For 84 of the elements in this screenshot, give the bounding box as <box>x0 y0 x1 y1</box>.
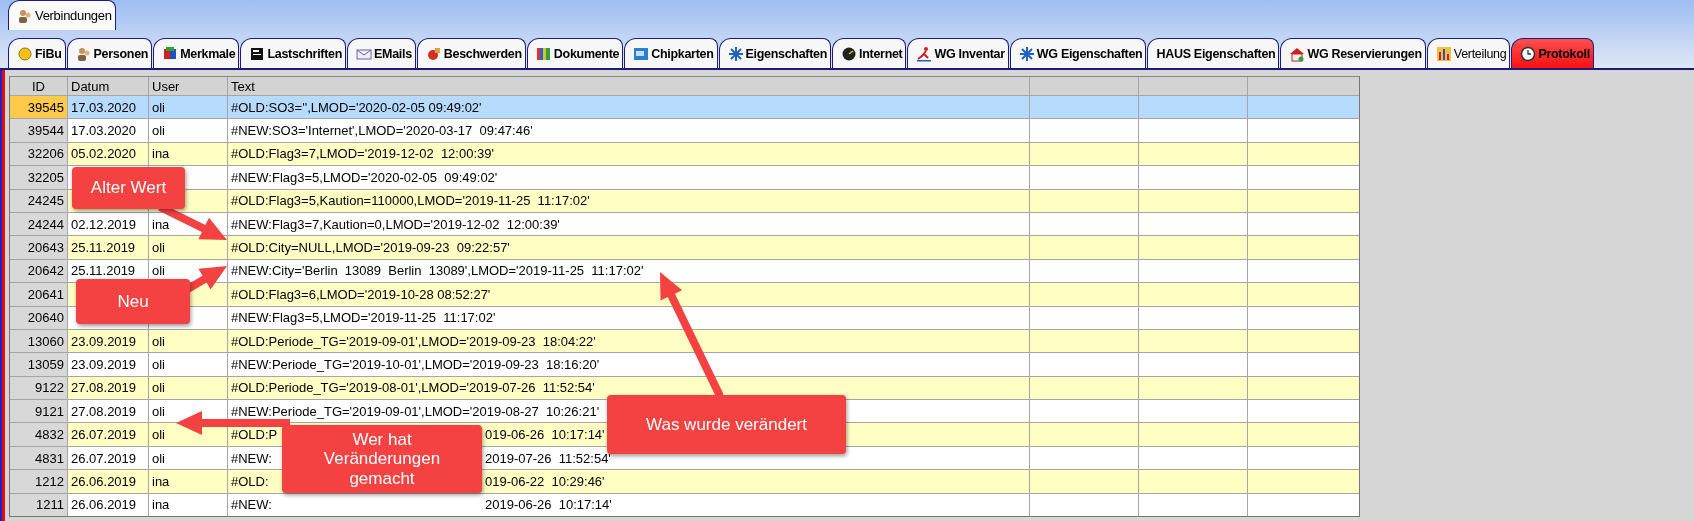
tab[interactable]: WG Eigenschaften <box>1009 38 1147 68</box>
table-cell: 26.06.2019 <box>68 493 149 517</box>
tab[interactable]: WG Inventar <box>907 38 1009 68</box>
table-cell: #OLD:City=NULL,LMOD='2019-09-23 09:22:57' <box>228 236 1030 259</box>
tab[interactable]: WG Reservierungen <box>1280 38 1426 68</box>
house-icon <box>1289 45 1306 62</box>
row-header[interactable]: 13059 <box>10 353 68 376</box>
people-icon <box>17 7 33 24</box>
tab[interactable]: Lastschriften <box>240 38 347 68</box>
clock-icon <box>1520 45 1537 62</box>
row-header[interactable]: 9121 <box>10 400 68 423</box>
row-header[interactable]: 24244 <box>10 212 68 236</box>
table-cell-text: #NEW: <box>231 497 272 513</box>
binders-icon <box>535 45 552 62</box>
row-header[interactable]: 39545 <box>10 96 68 119</box>
tab[interactable]: Chipkarten <box>624 38 718 68</box>
table-cell: oli <box>149 329 228 353</box>
row-header[interactable]: 20641 <box>10 283 68 306</box>
row-header[interactable]: 9122 <box>10 376 68 400</box>
callout: Wer hat Veränderungen gemacht <box>282 425 482 493</box>
snowflake-icon <box>1018 45 1035 62</box>
tab[interactable]: Personen <box>66 38 153 68</box>
gauge-icon <box>841 45 858 62</box>
tab[interactable]: Internet <box>832 38 907 68</box>
table-cell: ina <box>149 142 228 166</box>
snowflake-icon <box>727 45 744 62</box>
tab[interactable]: EMails <box>347 38 416 68</box>
table-cell: #NEW:SO3='Internet',LMOD='2020-03-17 09:47:46' <box>228 119 1030 142</box>
card-icon <box>633 45 650 62</box>
table-cell: #NEW:Flag3=5,LMOD='2020-02-05 09:49:02' <box>228 166 1030 189</box>
people-icon <box>75 45 92 62</box>
row-header[interactable]: 24245 <box>10 189 68 212</box>
table-cell-text: #OLD:P <box>231 427 278 443</box>
document-icon <box>249 45 266 62</box>
row-header[interactable]: 4832 <box>10 423 68 446</box>
table-cell-text: 019-06-22 10:29:46' <box>485 473 605 489</box>
ball-icon <box>425 45 442 62</box>
table-cell: 23.09.2019 <box>68 329 149 353</box>
tab[interactable]: Beschwerden <box>416 38 526 68</box>
row-header[interactable]: 1211 <box>10 493 68 517</box>
table-cell: oli <box>149 119 228 142</box>
row-header[interactable]: 32206 <box>10 142 68 166</box>
table-cell: 23.09.2019 <box>68 353 149 376</box>
table-cell: oli <box>149 376 228 400</box>
table-cell: 26.07.2019 <box>68 423 149 446</box>
tab[interactable]: FiBu <box>8 38 66 68</box>
tab[interactable]: Merkmale <box>153 38 240 68</box>
callout: Alter Wert <box>72 167 185 209</box>
row-header[interactable]: 4831 <box>10 446 68 470</box>
row-header[interactable]: 20642 <box>10 259 68 283</box>
table-cell: 27.08.2019 <box>68 376 149 400</box>
callout: Neu <box>76 279 190 324</box>
table-cell: 17.03.2020 <box>68 119 149 142</box>
table-cell-text: #NEW: <box>231 450 272 466</box>
table-cell: #OLD:SO3='',LMOD='2020-02-05 09:49:02' <box>228 96 1030 119</box>
table-cell: #OLD:Flag3=5,Kaution=110000,LMOD='2019-11-25 11:17:02' <box>228 189 1030 212</box>
table-cell: #OLD:Flag3=7,LMOD='2019-12-02 12:00:39' <box>228 142 1030 166</box>
coin-icon <box>17 45 33 62</box>
row-header[interactable]: 20643 <box>10 236 68 259</box>
table-cell: ina <box>149 470 228 493</box>
table-cell-text: 2019-06-26 10:17:14' <box>485 497 612 513</box>
bar-chart-icon <box>1435 45 1452 62</box>
table-cell: 05.02.2020 <box>68 142 149 166</box>
tab[interactable]: Verteilung <box>1426 38 1511 68</box>
cube-icon <box>162 45 179 62</box>
row-header[interactable]: 32205 <box>10 166 68 189</box>
figure-icon <box>916 45 933 62</box>
tab[interactable]: Protokoll <box>1511 38 1594 68</box>
row-header[interactable]: 13060 <box>10 329 68 353</box>
table-cell: 26.06.2019 <box>68 470 149 493</box>
tab[interactable]: Dokumente <box>526 38 624 68</box>
table-cell: oli <box>149 353 228 376</box>
table-cell: 17.03.2020 <box>68 96 149 119</box>
table-cell: oli <box>149 96 228 119</box>
tab[interactable]: HAUS Eigenschaften <box>1147 38 1280 68</box>
tab[interactable]: Eigenschaften <box>718 38 832 68</box>
row-header[interactable]: 39544 <box>10 119 68 142</box>
table-cell: 25.11.2019 <box>68 236 149 259</box>
row-header[interactable]: 20640 <box>10 306 68 329</box>
row-header[interactable]: 1212 <box>10 470 68 493</box>
table-cell-text: #OLD: <box>231 473 269 489</box>
table-cell: ina <box>149 493 228 517</box>
table-cell-text: 019-06-26 10:17:14' <box>485 427 605 443</box>
tab[interactable]: Verbindungen <box>8 0 116 30</box>
